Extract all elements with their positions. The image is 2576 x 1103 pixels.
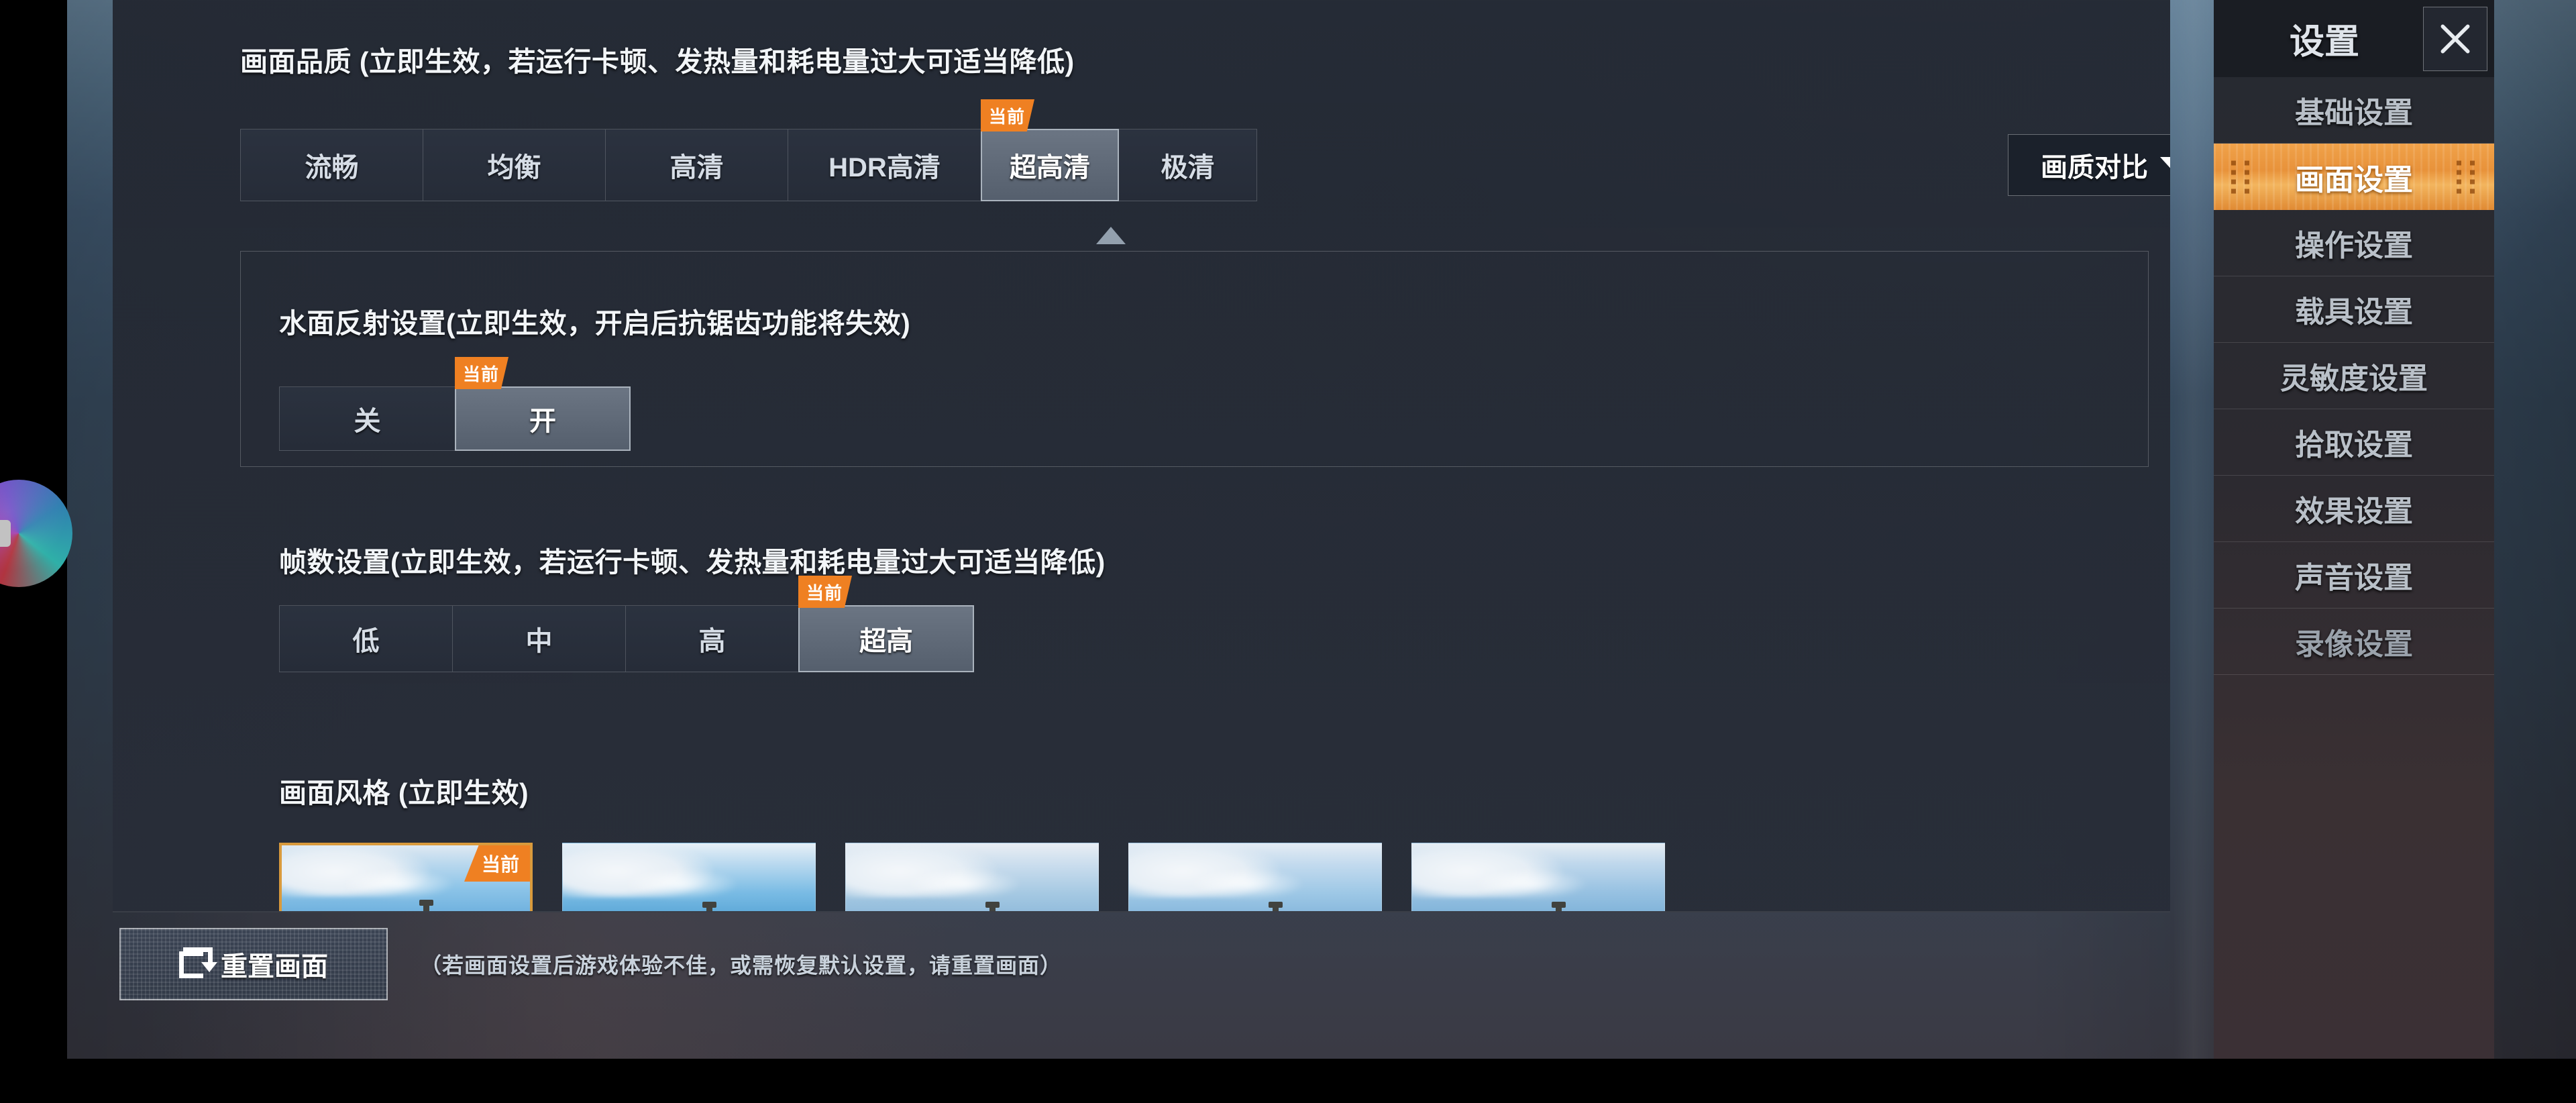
- dpad-left-arm: [0, 520, 11, 547]
- frame-rate-option-label: 高: [698, 627, 726, 656]
- sidebar-item-label: 效果设置: [2295, 495, 2413, 528]
- picture-style-thumbnails: 当前: [279, 843, 1665, 911]
- quality-option-1[interactable]: 均衡: [423, 129, 605, 201]
- quality-option-label: 流畅: [305, 153, 359, 182]
- frame-rate-title: 帧数设置(立即生效，若运行卡顿、发热量和耗电量过大可适当降低): [279, 547, 1106, 578]
- post-shape: [702, 902, 717, 911]
- water-reflection-on[interactable]: 当前 开: [455, 357, 631, 451]
- frame-rate-option-2[interactable]: 高: [625, 605, 798, 672]
- reset-hint-text: （若画面设置后游戏体验不佳，或需恢复默认设置，请重置画面）: [420, 953, 1063, 978]
- quality-option-4[interactable]: 当前 超高清: [981, 99, 1119, 201]
- chevron-down-icon: [2160, 157, 2170, 173]
- frame-rate-option-1[interactable]: 中: [452, 605, 625, 672]
- picture-style-thumb-4[interactable]: [1128, 843, 1382, 911]
- quality-option-label: 均衡: [487, 153, 541, 182]
- letterbox-bottom: [0, 1059, 2576, 1103]
- graphics-quality-title: 画面品质 (立即生效，若运行卡顿、发热量和耗电量过大可适当降低): [240, 46, 1075, 77]
- post-shape: [419, 900, 433, 911]
- sidebar-item-vehicle[interactable]: 载具设置: [2214, 276, 2494, 343]
- sidebar-item-label: 画面设置: [2295, 163, 2413, 197]
- cloud-shape: [1189, 868, 1306, 900]
- frame-rate-option-label: 中: [525, 627, 553, 656]
- current-badge: 当前: [464, 845, 530, 882]
- sidebar-item-label: 灵敏度设置: [2280, 362, 2428, 395]
- grip-dots-icon: [2231, 160, 2251, 193]
- picture-style-thumb-2[interactable]: [562, 843, 816, 911]
- picture-style-title: 画面风格 (立即生效): [279, 778, 529, 808]
- close-button[interactable]: [2423, 6, 2487, 71]
- water-reflection-title: 水面反射设置(立即生效，开启后抗锯齿功能将失效): [279, 308, 911, 339]
- water-reflection-options: 关 当前 开: [279, 357, 631, 451]
- settings-sidebar: 设置 基础设置 画面设置 操作设置 载具设置 灵敏度设置 拾取设置 效果设置 声…: [2214, 0, 2494, 1059]
- sidebar-item-controls[interactable]: 操作设置: [2214, 210, 2494, 276]
- app-root: 画面品质 (立即生效，若运行卡顿、发热量和耗电量过大可适当降低) 流畅 均衡 高…: [0, 0, 2576, 1103]
- quality-option-label: 极清: [1161, 153, 1215, 182]
- selection-pointer-triangle: [1096, 227, 1126, 244]
- picture-style-thumb-1[interactable]: 当前: [279, 843, 533, 911]
- current-badge: 当前: [981, 99, 1035, 132]
- cloud-shape: [341, 869, 455, 899]
- frame-rate-option-label: 超高: [859, 627, 913, 656]
- quality-option-label: HDR高清: [828, 153, 941, 182]
- grip-dots-icon: [2457, 160, 2477, 193]
- close-icon: [2440, 24, 2470, 53]
- sidebar-item-recording[interactable]: 录像设置: [2214, 609, 2494, 675]
- quality-option-2[interactable]: 高清: [605, 129, 788, 201]
- sidebar-item-label: 载具设置: [2295, 296, 2413, 329]
- sidebar-item-label: 声音设置: [2295, 562, 2413, 594]
- cloud-shape: [623, 868, 740, 900]
- quality-option-0[interactable]: 流畅: [240, 129, 423, 201]
- water-reflection-option-label: 关: [354, 407, 381, 436]
- frame-rate-option-label: 低: [352, 627, 380, 656]
- sidebar-item-label: 录像设置: [2295, 628, 2413, 661]
- quality-option-label: 超高清: [1010, 153, 1090, 182]
- reset-icon: [179, 947, 217, 981]
- current-badge: 当前: [455, 357, 509, 389]
- reset-graphics-button[interactable]: 重置画面: [119, 928, 388, 1000]
- sidebar-title: 设置: [2289, 23, 2359, 62]
- settings-footer: 重置画面 （若画面设置后游戏体验不佳，或需恢复默认设置，请重置画面）: [113, 914, 2170, 1014]
- cloud-shape: [906, 868, 1023, 900]
- sidebar-item-basic[interactable]: 基础设置: [2214, 77, 2494, 144]
- sidebar-item-label: 拾取设置: [2295, 429, 2413, 462]
- sidebar-item-label: 基础设置: [2295, 97, 2413, 129]
- graphics-settings-panel: 画面品质 (立即生效，若运行卡顿、发热量和耗电量过大可适当降低) 流畅 均衡 高…: [113, 0, 2170, 912]
- sidebar-item-graphics[interactable]: 画面设置: [2214, 144, 2494, 210]
- picture-style-thumb-3[interactable]: [845, 843, 1099, 911]
- post-shape: [1552, 902, 1566, 911]
- current-badge: 当前: [798, 576, 853, 608]
- quality-compare-dropdown[interactable]: 画质对比: [2008, 134, 2170, 196]
- quality-compare-label: 画质对比: [2041, 153, 2148, 182]
- water-reflection-option-label: 开: [529, 407, 556, 436]
- sidebar-item-label: 操作设置: [2295, 229, 2413, 262]
- frame-rate-option-0[interactable]: 低: [279, 605, 452, 672]
- frame-rate-option-3[interactable]: 当前 超高: [798, 576, 974, 672]
- frame-rate-options: 低 中 高 当前 超高: [279, 576, 974, 672]
- sidebar-item-effects[interactable]: 效果设置: [2214, 476, 2494, 542]
- sidebar-item-pickup[interactable]: 拾取设置: [2214, 409, 2494, 476]
- picture-style-thumb-5[interactable]: [1411, 843, 1665, 911]
- reset-graphics-label: 重置画面: [221, 952, 328, 982]
- quality-option-5[interactable]: 极清: [1119, 129, 1257, 201]
- quality-option-label: 高清: [669, 153, 724, 182]
- sidebar-item-audio[interactable]: 声音设置: [2214, 542, 2494, 609]
- post-shape: [1269, 902, 1283, 911]
- graphics-quality-options: 流畅 均衡 高清 HDR高清 当前 超高清 极清: [240, 99, 1257, 201]
- cloud-shape: [1472, 868, 1589, 900]
- sidebar-header: 设置: [2214, 0, 2494, 77]
- post-shape: [985, 902, 1000, 911]
- water-reflection-off[interactable]: 关: [279, 386, 455, 451]
- quality-option-3[interactable]: HDR高清: [788, 129, 981, 201]
- sidebar-item-sensitivity[interactable]: 灵敏度设置: [2214, 343, 2494, 409]
